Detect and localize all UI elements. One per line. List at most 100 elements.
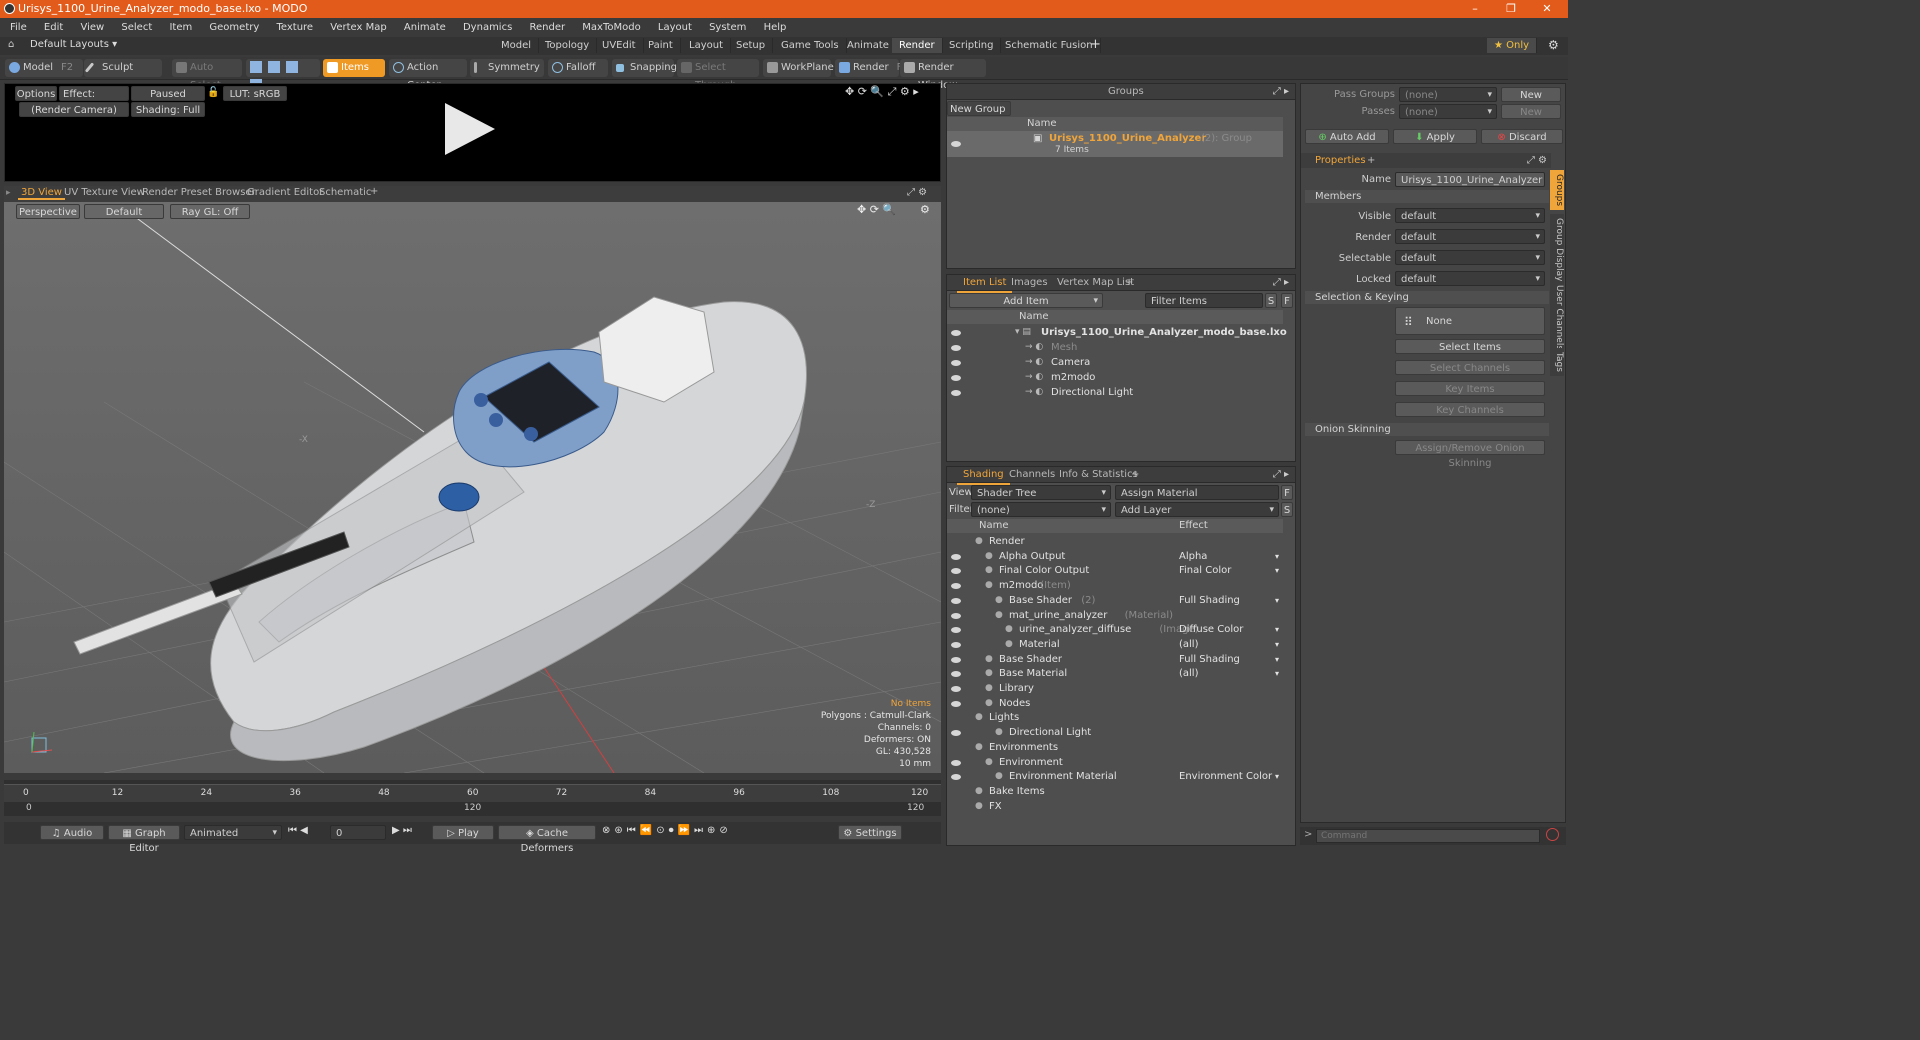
tab-setup[interactable]: Setup bbox=[729, 38, 774, 53]
visibility-eye-icon[interactable] bbox=[951, 759, 961, 766]
passes-dropdown[interactable]: (none) bbox=[1399, 104, 1497, 120]
chevron-down-icon[interactable]: ▾ bbox=[1275, 666, 1279, 681]
menu-item[interactable]: Item bbox=[169, 22, 192, 33]
tab-model[interactable]: Model bbox=[494, 38, 540, 53]
tab-render[interactable]: Render bbox=[892, 38, 943, 53]
tab-gradient-editor[interactable]: Gradient Editor bbox=[247, 187, 323, 198]
visibility-eye-icon[interactable] bbox=[951, 700, 961, 707]
name-field[interactable]: Urisys_1100_Urine_Analyzer (2) bbox=[1395, 172, 1545, 201]
view-dropdown[interactable]: Shader Tree bbox=[971, 485, 1111, 501]
discard-button[interactable]: ⊗ Discard bbox=[1481, 129, 1563, 144]
shader-row[interactable]: ● Lights bbox=[947, 710, 1283, 725]
item-row[interactable]: → ◐ Directional Light bbox=[947, 385, 1283, 400]
snapping-button[interactable]: Snapping bbox=[612, 59, 677, 77]
visibility-eye-icon[interactable] bbox=[951, 656, 961, 663]
shader-row[interactable]: ● Library bbox=[947, 681, 1283, 696]
model-button[interactable]: Model F2 bbox=[5, 59, 83, 77]
go-start-icon[interactable]: ⏮ ◀ bbox=[288, 825, 308, 836]
chevron-down-icon[interactable]: ▾ bbox=[1275, 769, 1279, 784]
cache-deformers-button[interactable]: ◈ Cache Deformers bbox=[498, 825, 596, 854]
tab-schematic[interactable]: Schematic bbox=[319, 187, 371, 198]
properties-expand-icon[interactable]: ⤢ ⚙ bbox=[1527, 153, 1547, 168]
shading-dropdown[interactable]: Shading: Full bbox=[131, 102, 205, 117]
shader-row[interactable]: ● Base Shader (2) Full Shading ▾ bbox=[947, 593, 1283, 608]
gear-icon[interactable]: ⚙ bbox=[1548, 38, 1559, 52]
visible-dropdown[interactable]: default bbox=[1395, 208, 1545, 224]
polygons-mode-icon[interactable] bbox=[286, 61, 298, 73]
shader-row[interactable]: ● Alpha Output Alpha ▾ bbox=[947, 549, 1283, 564]
viewport-3d[interactable]: -X -Z Perspective Default Ray GL: Off ✥ … bbox=[4, 202, 941, 773]
visibility-eye-icon[interactable] bbox=[951, 360, 961, 366]
assign-onion-button[interactable]: Assign/Remove Onion Skinning bbox=[1395, 440, 1545, 469]
symmetry-button[interactable]: Symmetry bbox=[470, 59, 544, 77]
shader-row[interactable]: ● Environment bbox=[947, 755, 1283, 770]
frame-field[interactable]: 0 bbox=[330, 825, 386, 840]
tab-scripting[interactable]: Scripting bbox=[942, 38, 1002, 53]
chevron-down-icon[interactable]: ▾ bbox=[1275, 549, 1279, 564]
lut-dropdown[interactable]: LUT: sRGB bbox=[223, 86, 287, 101]
tab-paint[interactable]: Paint bbox=[641, 38, 681, 53]
tab-schematic-fusion[interactable]: Schematic Fusion bbox=[998, 38, 1101, 53]
assign-material-button[interactable]: Assign Material bbox=[1115, 485, 1279, 500]
add-tab-icon[interactable]: + bbox=[370, 186, 378, 197]
groups-expand-icon[interactable]: ⤢ ▸ bbox=[1273, 84, 1289, 100]
item-row[interactable]: → ◐ Mesh bbox=[947, 340, 1283, 355]
menu-system[interactable]: System bbox=[709, 22, 746, 33]
shader-row[interactable]: ● FX bbox=[947, 799, 1283, 814]
action-center-button[interactable]: Action Center bbox=[389, 59, 467, 91]
raygl-dropdown[interactable]: Ray GL: Off bbox=[170, 204, 250, 219]
visibility-eye-icon[interactable] bbox=[951, 774, 961, 781]
render-camera-dropdown[interactable]: (Render Camera) bbox=[19, 102, 129, 117]
tab-topology[interactable]: Topology bbox=[538, 38, 598, 53]
render-window-button[interactable]: Render Window bbox=[900, 59, 986, 91]
add-tab-icon[interactable]: + bbox=[1125, 275, 1133, 291]
visibility-eye-icon[interactable] bbox=[951, 568, 961, 575]
new-pass-group-button[interactable]: New bbox=[1501, 87, 1561, 102]
animated-dropdown[interactable]: Animated bbox=[184, 825, 282, 841]
visibility-eye-icon[interactable] bbox=[951, 345, 961, 351]
sculpt-button[interactable]: Sculpt bbox=[84, 59, 162, 77]
edges-mode-icon[interactable] bbox=[268, 61, 280, 73]
auto-select-button[interactable]: Auto Select bbox=[172, 59, 242, 91]
vtab-tags[interactable]: Tags bbox=[1550, 348, 1564, 376]
tab-uvedit[interactable]: UVEdit bbox=[595, 38, 644, 53]
vtab-user-channels[interactable]: User Channels bbox=[1550, 281, 1564, 355]
go-end-icon[interactable]: ▶ ⏭ bbox=[392, 825, 412, 836]
vtab-groups[interactable]: Groups bbox=[1550, 170, 1564, 211]
members-section[interactable]: Members bbox=[1305, 190, 1549, 203]
items-mode-button[interactable]: Items bbox=[323, 59, 385, 77]
chevron-down-icon[interactable]: ▾ bbox=[1275, 593, 1279, 608]
play-button[interactable]: ▷ Play bbox=[432, 825, 494, 840]
filter-dropdown[interactable]: (none) bbox=[971, 502, 1111, 518]
pass-groups-dropdown[interactable]: (none) bbox=[1399, 87, 1497, 103]
itemlist-expand-icon[interactable]: ⤢ ▸ bbox=[1273, 275, 1289, 291]
tab-layout[interactable]: Layout bbox=[682, 38, 731, 53]
tab-game-tools[interactable]: Game Tools bbox=[774, 38, 847, 53]
perspective-dropdown[interactable]: Perspective bbox=[16, 204, 80, 219]
chevron-down-icon[interactable]: ▾ bbox=[1275, 652, 1279, 667]
render-dropdown[interactable]: default bbox=[1395, 229, 1545, 245]
search-s-button[interactable]: S bbox=[1265, 293, 1277, 308]
item-row[interactable]: → ◐ m2modo bbox=[947, 370, 1283, 385]
menu-help[interactable]: Help bbox=[764, 22, 787, 33]
key-channels-button[interactable]: Key Channels bbox=[1395, 402, 1545, 417]
vertices-mode-icon[interactable] bbox=[250, 61, 262, 73]
menu-view[interactable]: View bbox=[80, 22, 104, 33]
add-layout-icon[interactable]: + bbox=[1090, 37, 1101, 52]
tab-properties[interactable]: Properties bbox=[1315, 153, 1366, 168]
default-layouts-dropdown[interactable]: Default Layouts ▾ bbox=[30, 39, 117, 50]
chevron-down-icon[interactable]: ▾ bbox=[1275, 622, 1279, 637]
select-channels-button[interactable]: Select Channels bbox=[1395, 360, 1545, 375]
add-tab-icon[interactable]: + bbox=[1367, 153, 1375, 168]
shading-f-button[interactable]: F bbox=[1281, 485, 1293, 500]
visibility-eye-icon[interactable] bbox=[951, 627, 961, 634]
timeline[interactable]: 0 12 24 36 48 60 72 84 96 108 120 0 120 120 bbox=[4, 780, 941, 816]
new-pass-button[interactable]: New bbox=[1501, 104, 1561, 119]
visibility-eye-icon[interactable] bbox=[951, 375, 961, 381]
none-selection-button[interactable]: ⠿ None bbox=[1395, 307, 1545, 335]
visibility-eye-icon[interactable] bbox=[951, 583, 961, 590]
shader-row[interactable]: ● Bake Items bbox=[947, 784, 1283, 799]
menu-layout[interactable]: Layout bbox=[658, 22, 692, 33]
only-toggle[interactable]: ★ Only bbox=[1487, 38, 1538, 53]
menu-render[interactable]: Render bbox=[529, 22, 565, 33]
